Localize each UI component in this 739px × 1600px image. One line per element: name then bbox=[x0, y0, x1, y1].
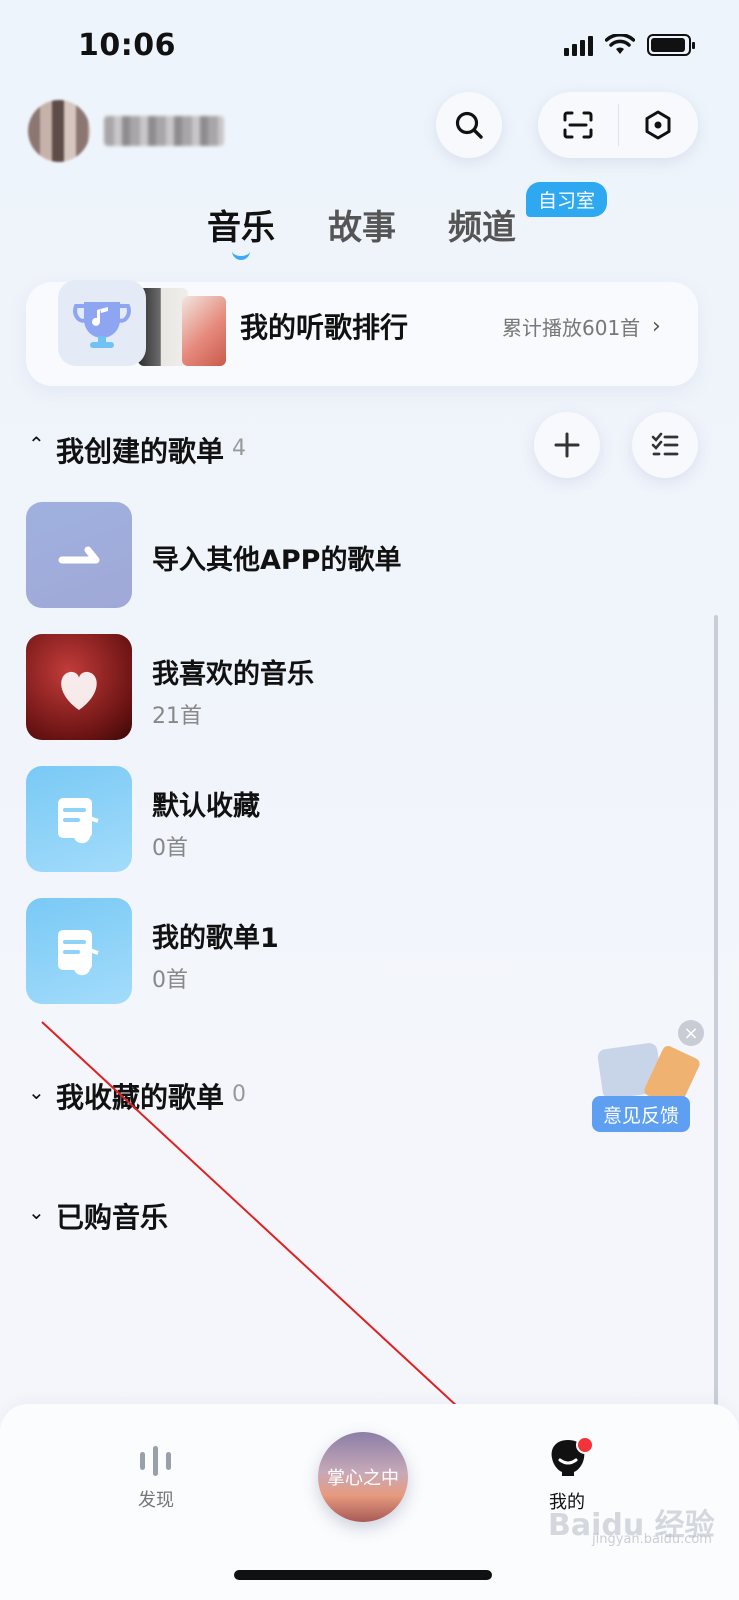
manage-playlists-button[interactable] bbox=[632, 412, 698, 478]
scan-icon bbox=[563, 111, 593, 139]
header-actions bbox=[538, 92, 698, 158]
playlist-song-count: 0首 bbox=[152, 836, 188, 861]
plus-icon bbox=[554, 432, 580, 458]
discover-icon[interactable] bbox=[136, 1444, 176, 1480]
playlist-song-count: 0首 bbox=[152, 968, 188, 993]
playlist-name[interactable]: 我的歌单1 bbox=[152, 916, 279, 955]
tab-music[interactable]: 音乐 bbox=[207, 200, 275, 249]
trophy-icon bbox=[58, 280, 146, 366]
chevron-right-icon: › bbox=[652, 314, 661, 339]
ranking-title: 我的听歌排行 bbox=[240, 311, 409, 344]
search-icon bbox=[455, 111, 483, 139]
add-playlist-button[interactable] bbox=[534, 412, 600, 478]
import-playlist-cover[interactable] bbox=[26, 502, 132, 608]
chevron-up-icon[interactable]: ⌃ bbox=[28, 432, 45, 456]
status-time: 10:06 bbox=[78, 28, 176, 63]
my-playlist-1-cover[interactable] bbox=[26, 898, 132, 1004]
music-doc-icon bbox=[58, 798, 99, 844]
chevron-down-icon[interactable]: ⌄ bbox=[28, 1080, 45, 1104]
settings-button[interactable] bbox=[618, 92, 698, 158]
battery-icon bbox=[647, 34, 695, 56]
tab-active-indicator bbox=[232, 250, 250, 260]
created-playlists-title[interactable]: 我创建的歌单 bbox=[56, 430, 224, 470]
scrollbar[interactable] bbox=[714, 615, 718, 1415]
username[interactable] bbox=[104, 116, 224, 146]
nav-discover-label[interactable]: 发现 bbox=[138, 1486, 174, 1512]
default-collection-cover[interactable] bbox=[26, 766, 132, 872]
playlist-song-count: 21首 bbox=[152, 704, 202, 729]
playlist-name[interactable]: 导入其他APP的歌单 bbox=[152, 538, 401, 577]
ranking-cover-2 bbox=[182, 296, 226, 366]
playlist-name[interactable]: 默认收藏 bbox=[152, 784, 260, 823]
collected-playlists-count: 0 bbox=[232, 1082, 246, 1107]
tab-channels[interactable]: 频道 bbox=[448, 200, 516, 249]
study-room-badge[interactable]: 自习室 bbox=[526, 182, 608, 217]
purchased-music-title[interactable]: 已购音乐 bbox=[56, 1196, 168, 1236]
wifi-icon bbox=[605, 34, 635, 54]
import-arrow-icon bbox=[58, 546, 100, 564]
created-playlists-count: 4 bbox=[232, 436, 246, 461]
music-doc-icon bbox=[58, 930, 99, 976]
notification-dot bbox=[576, 1436, 594, 1454]
scan-button[interactable] bbox=[538, 92, 618, 158]
favorite-music-cover[interactable] bbox=[26, 634, 132, 740]
ranking-play-count: 累计播放601首 bbox=[502, 316, 641, 340]
close-icon[interactable]: × bbox=[678, 1020, 704, 1046]
tab-stories[interactable]: 故事 bbox=[328, 200, 396, 249]
watermark-url: jingyan.baidu.com bbox=[592, 1532, 712, 1547]
home-indicator[interactable] bbox=[234, 1570, 492, 1580]
playlist-name[interactable]: 我喜欢的音乐 bbox=[152, 652, 314, 691]
status-icons bbox=[564, 34, 695, 56]
heart-icon bbox=[61, 671, 97, 710]
chevron-down-icon[interactable]: ⌄ bbox=[28, 1200, 45, 1224]
checklist-icon bbox=[651, 432, 679, 456]
avatar[interactable] bbox=[28, 100, 90, 162]
now-playing-disc[interactable]: 掌心之中 bbox=[318, 1432, 408, 1522]
cellular-signal-icon bbox=[564, 34, 593, 56]
collected-playlists-title[interactable]: 我收藏的歌单 bbox=[56, 1076, 224, 1116]
hexagon-settings-icon bbox=[645, 110, 671, 140]
feedback-button[interactable]: 意见反馈 bbox=[592, 1096, 690, 1132]
now-playing-title: 掌心之中 bbox=[327, 1468, 399, 1489]
search-button[interactable] bbox=[436, 92, 502, 158]
